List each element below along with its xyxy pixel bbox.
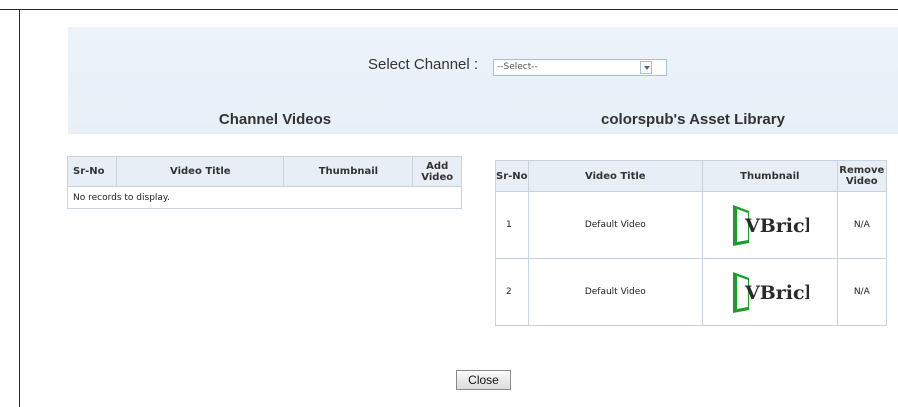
col-header-remove-video: Remove Video [836, 160, 888, 192]
row-sr-no: 2 [495, 258, 529, 326]
vbrick-logo-text: VBrick [744, 215, 809, 237]
table-row: 2 Default Video VBrick N/A [495, 258, 888, 326]
table-row: No records to display. [67, 186, 462, 209]
asset-library-header-row: Sr-No Video Title Thumbnail Remove Video [495, 160, 888, 192]
select-channel-value: --Select-- [497, 62, 538, 72]
col-header-thumbnail: Thumbnail [702, 160, 838, 192]
row-video-title: Default Video [527, 191, 704, 259]
close-button[interactable]: Close [456, 370, 511, 390]
col-header-sr-no: Sr-No [495, 160, 529, 192]
select-channel-label: Select Channel : [368, 56, 479, 73]
top-border [0, 9, 898, 10]
table-row: 1 Default Video VBrick N/A [495, 191, 888, 259]
row-thumbnail[interactable]: VBrick [702, 258, 838, 326]
channel-videos-header-row: Sr-No Video Title Thumbnail Add Video [66, 156, 462, 187]
row-video-title: Default Video [527, 258, 704, 326]
left-border [19, 9, 20, 407]
empty-message: No records to display. [67, 186, 462, 209]
select-channel-dropdown[interactable]: --Select-- [493, 59, 667, 76]
channel-videos-title: Channel Videos [218, 111, 332, 128]
row-sr-no: 1 [495, 191, 529, 259]
col-header-sr-no: Sr-No [66, 156, 118, 187]
col-header-thumbnail: Thumbnail [283, 156, 414, 187]
row-remove-video: N/A [836, 258, 888, 326]
col-header-video-title: Video Title [116, 156, 285, 187]
col-header-video-title: Video Title [527, 160, 704, 192]
vbrick-logo[interactable]: VBrick [731, 269, 809, 315]
row-remove-video: N/A [836, 191, 888, 259]
vbrick-logo[interactable]: VBrick [731, 202, 809, 248]
channel-videos-grid: Sr-No Video Title Thumbnail Add Video No… [66, 156, 462, 209]
chevron-down-icon[interactable] [640, 61, 652, 74]
row-thumbnail[interactable]: VBrick [702, 191, 838, 259]
asset-library-title: colorspub's Asset Library [601, 111, 785, 128]
col-header-add-video: Add Video [412, 156, 462, 187]
asset-library-grid: Sr-No Video Title Thumbnail Remove Video… [495, 160, 888, 326]
vbrick-logo-text: VBrick [744, 282, 809, 304]
